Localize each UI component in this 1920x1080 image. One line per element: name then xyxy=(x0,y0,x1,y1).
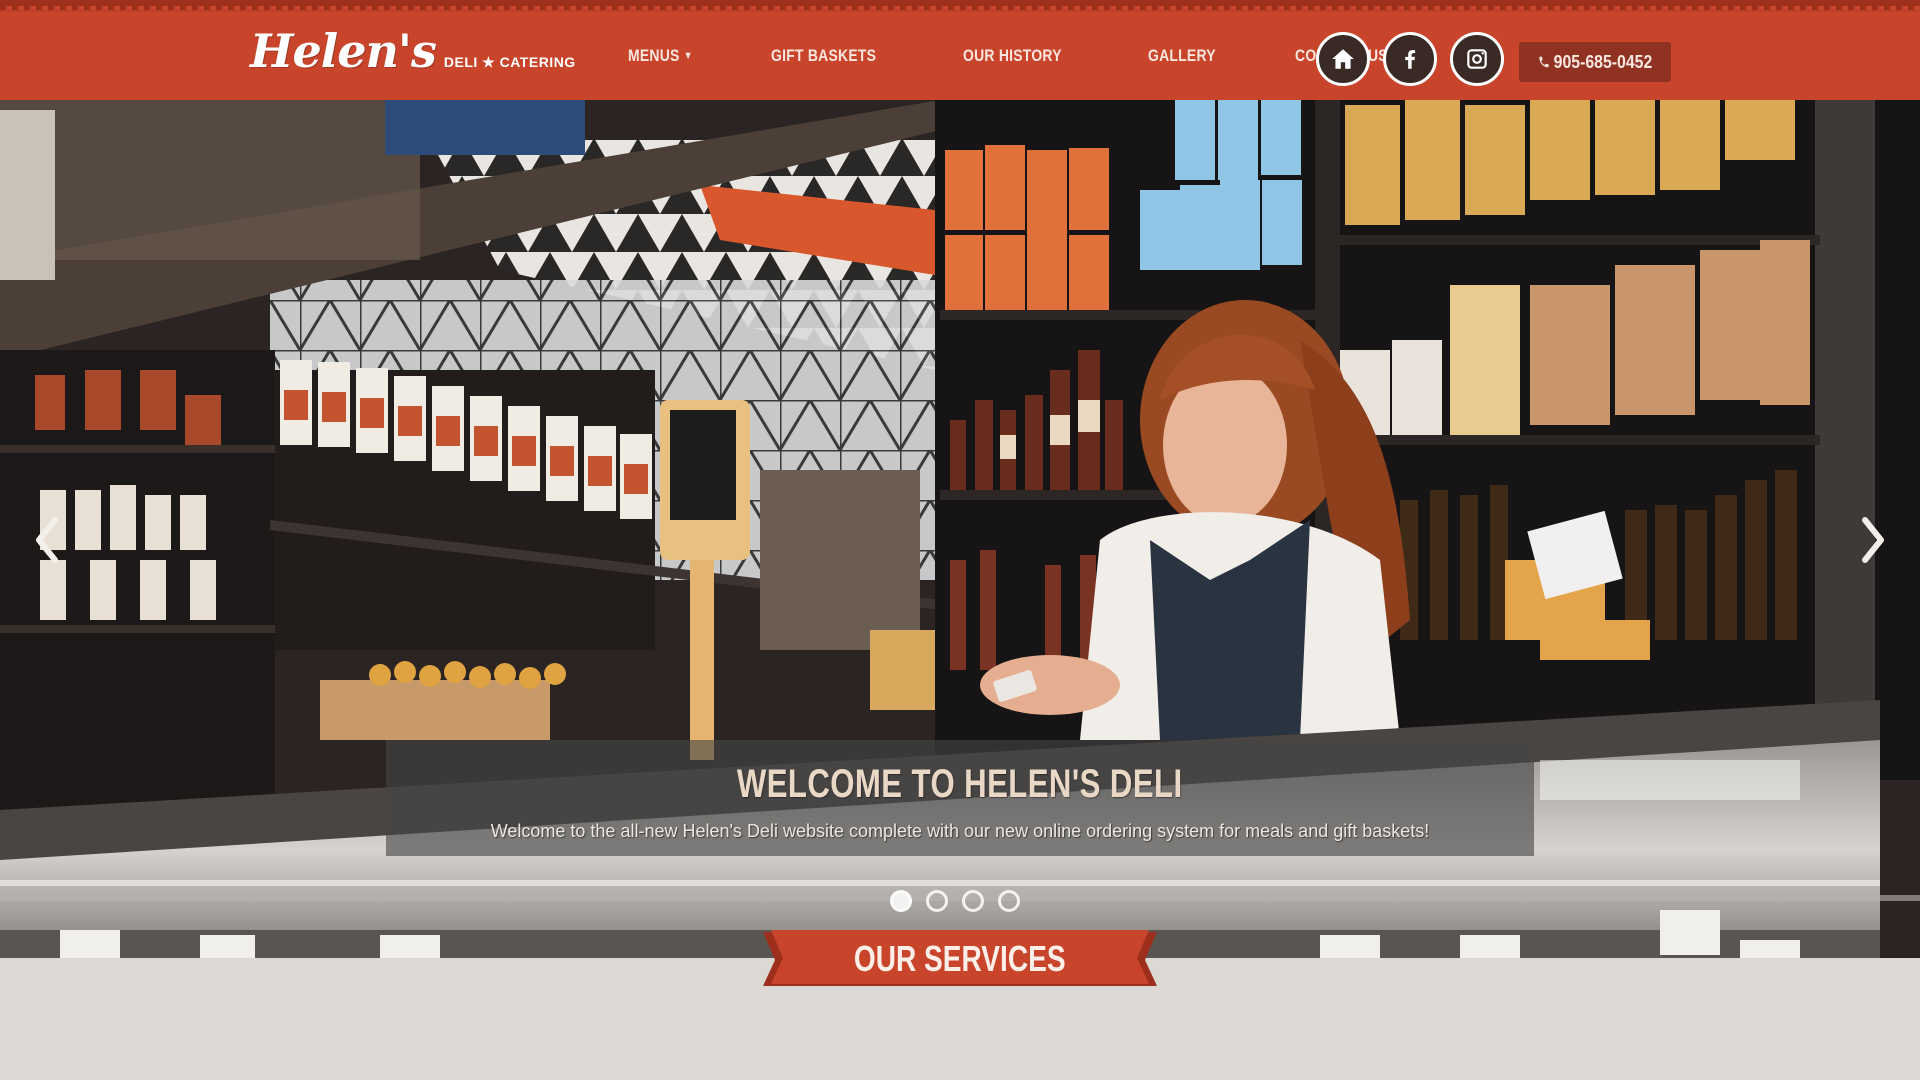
slide-title: WELCOME TO HELEN'S DELI xyxy=(737,762,1183,806)
chevron-left-icon xyxy=(36,517,58,563)
brand-name: Helen's xyxy=(250,24,437,78)
brand-tagline: Deli ★ Catering xyxy=(443,54,576,70)
chevron-right-icon xyxy=(1862,517,1884,563)
brand-logo[interactable]: Helen's Deli ★ Catering xyxy=(250,28,576,84)
hero-slider: WELCOME TO HELEN'S DELI Welcome to the a… xyxy=(0,100,1920,960)
slider-dot-4[interactable] xyxy=(998,890,1020,912)
nav-item-label: Gift Baskets xyxy=(771,46,877,65)
nav-item-gift-baskets[interactable]: Gift Baskets xyxy=(771,46,876,66)
slider-dot-1[interactable] xyxy=(890,890,912,912)
instagram-icon xyxy=(1467,49,1487,69)
slider-prev-button[interactable] xyxy=(28,510,68,570)
nav-item-label: Menus xyxy=(628,46,680,65)
facebook-button[interactable] xyxy=(1383,32,1437,86)
phone-link[interactable]: 905-685-0452 xyxy=(1519,42,1671,82)
slider-dots xyxy=(890,890,1020,912)
facebook-icon xyxy=(1405,50,1416,69)
slider-next-button[interactable] xyxy=(1852,510,1892,570)
phone-number: 905-685-0452 xyxy=(1553,51,1653,72)
instagram-button[interactable] xyxy=(1450,32,1504,86)
nav-item-label: Our History xyxy=(963,46,1063,65)
nav-item-menus[interactable]: Menus ▼ xyxy=(628,46,693,66)
phone-icon xyxy=(1539,56,1549,68)
caret-down-icon: ▼ xyxy=(683,50,693,62)
slide-text: Welcome to the all-new Helen's Deli webs… xyxy=(490,821,1430,841)
nav-item-label: Gallery xyxy=(1147,46,1216,65)
nav-item-our-history[interactable]: Our History xyxy=(963,46,1062,66)
slider-dot-3[interactable] xyxy=(962,890,984,912)
services-heading: OUR SERVICES xyxy=(854,938,1066,979)
home-icon xyxy=(1332,49,1354,69)
site-header: Helen's Deli ★ Catering Menus ▼ Gift Bas… xyxy=(0,0,1920,100)
slide-caption: WELCOME TO HELEN'S DELI Welcome to the a… xyxy=(386,740,1534,856)
services-banner: OUR SERVICES xyxy=(763,930,1157,988)
slider-dot-2[interactable] xyxy=(926,890,948,912)
home-button[interactable] xyxy=(1316,32,1370,86)
nav-item-gallery[interactable]: Gallery xyxy=(1148,46,1216,66)
